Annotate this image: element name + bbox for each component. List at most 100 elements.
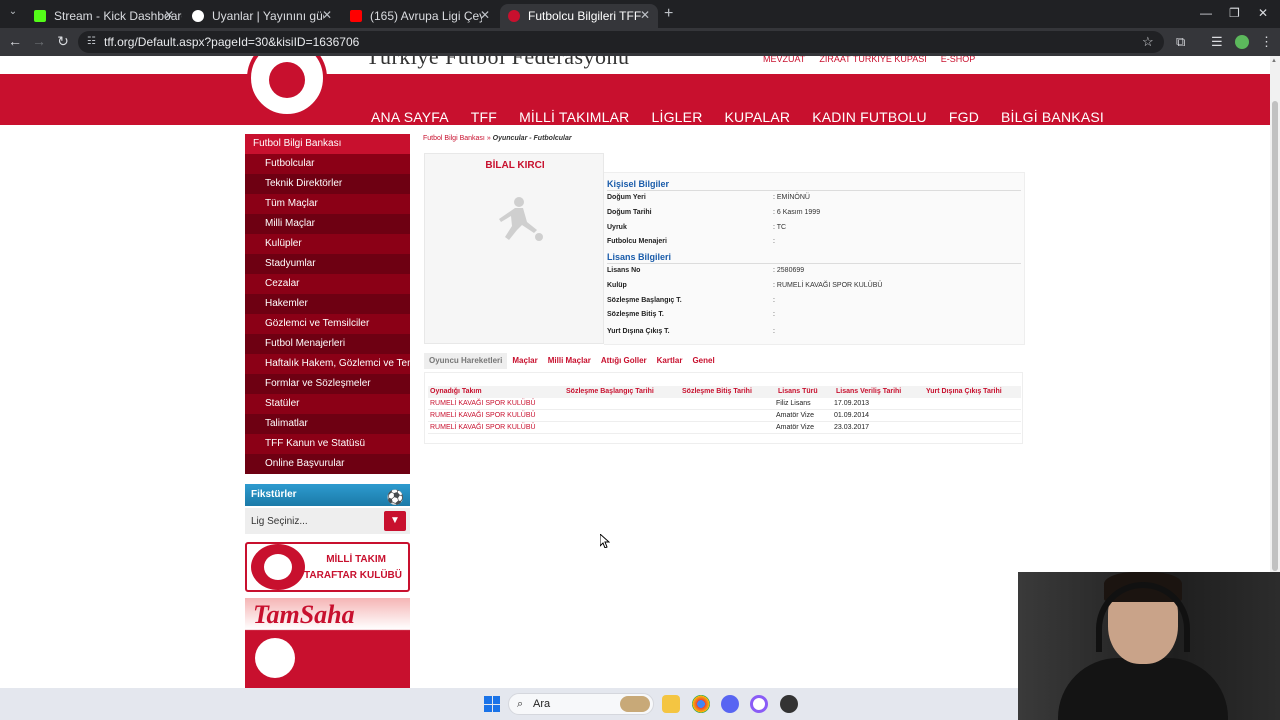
menu-dots-icon[interactable]: ⋮ [1260, 34, 1273, 50]
bookmark-star-icon[interactable]: ☆ [1142, 34, 1154, 50]
site-info-icon[interactable]: ☷ [87, 31, 96, 53]
close-window-icon[interactable]: ✕ [1258, 6, 1268, 20]
tab-youtube[interactable]: (165) Avrupa Ligi Çeyrek Final | ✕ [342, 4, 498, 28]
sidebar-item-haftalik-hakem[interactable]: Haftalık Hakem, Gözlemci ve Temsilci [245, 354, 410, 374]
sidebar-item-milli-maclar[interactable]: Milli Maçlar [245, 214, 410, 234]
nav-kadin-futbolu[interactable]: KADIN FUTBOLU [812, 109, 927, 125]
tab-maclar[interactable]: Maçlar [507, 353, 542, 369]
chrome-icon[interactable] [692, 695, 710, 713]
sidebar-item-statuler[interactable]: Statüler [245, 394, 410, 414]
tab-title: Futbolcu Bilgileri TFF [528, 9, 642, 23]
sidebar-item-hakemler[interactable]: Hakemler [245, 294, 410, 314]
info-row-birthdate: Doğum Tarihi: 6 Kasım 1999 [607, 206, 1021, 220]
tab-oyuncu-hareketleri[interactable]: Oyuncu Hareketleri [424, 353, 508, 369]
obs-icon[interactable] [780, 695, 798, 713]
close-tab-icon[interactable]: ✕ [480, 8, 490, 22]
player-silhouette-icon [499, 197, 543, 241]
new-tab-icon[interactable]: + [664, 5, 673, 23]
sidebar-heading[interactable]: Futbol Bilgi Bankası [245, 134, 410, 154]
close-tab-icon[interactable]: ✕ [322, 8, 332, 22]
webcam-overlay [1018, 572, 1280, 720]
mouse-cursor-icon [600, 534, 610, 548]
league-select[interactable]: Lig Seçiniz... ▼ [245, 508, 410, 534]
scroll-up-icon[interactable]: ▲ [1271, 58, 1277, 64]
info-key: Sözleşme Başlangıç T. [607, 297, 682, 304]
discord-icon[interactable] [721, 695, 739, 713]
cell-license-type: Amatör Vize [776, 412, 814, 419]
nav-fgd[interactable]: FGD [949, 109, 979, 125]
sidebar-item-stadyumlar[interactable]: Stadyumlar [245, 254, 410, 274]
league-select-label: Lig Seçiniz... [251, 516, 308, 527]
close-tab-icon[interactable]: ✕ [640, 8, 650, 22]
breadcrumb-link[interactable]: Futbol Bilgi Bankası [423, 135, 485, 142]
tab-uyanlar[interactable]: Uyanlar | Yayınını güçlendirme ✕ [184, 4, 340, 28]
logo-ball [269, 62, 305, 98]
nav-milli-takimlar[interactable]: MİLLİ TAKIMLAR [519, 109, 629, 125]
browser-tab-bar: ⌄ Stream - Kick Dashboard ✕ Uyanlar | Ya… [0, 0, 1280, 28]
player-tabs: Oyuncu Hareketleri Maçlar Milli Maçlar A… [424, 353, 720, 369]
tab-genel[interactable]: Genel [687, 353, 719, 369]
team-link[interactable]: RUMELİ KAVAĞI SPOR KULÜBÜ [430, 412, 536, 419]
windows-start-icon[interactable] [484, 696, 500, 712]
info-row-abroad: Yurt Dışına Çıkış T.: [607, 325, 1021, 339]
search-highlight-image [620, 696, 650, 712]
tab-kartlar[interactable]: Kartlar [652, 353, 688, 369]
transfers-table: Oynadığı Takım Sözleşme Başlangıç Tarihi… [424, 372, 1023, 444]
restore-icon[interactable]: ❐ [1229, 6, 1240, 20]
nav-bilgi-bankasi[interactable]: BİLGİ BANKASI [1001, 109, 1104, 125]
app-icon[interactable] [750, 695, 768, 713]
info-value: : 2580699 [773, 267, 805, 274]
info-key: Doğum Yeri [607, 194, 646, 201]
nav-tff[interactable]: TFF [471, 109, 497, 125]
milli-takim-banner[interactable]: MİLLİ TAKIM TARAFTAR KULÜBÜ [245, 542, 410, 592]
cell-issued-date: 23.03.2017 [834, 424, 870, 431]
tab-milli-maclar[interactable]: Milli Maçlar [543, 353, 596, 369]
sidebar-item-futbolcular[interactable]: Futbolcular [245, 154, 410, 174]
tab-attigi-goller[interactable]: Attığı Goller [596, 353, 652, 369]
sidebar-item-gozlemci[interactable]: Gözlemci ve Temsilciler [245, 314, 410, 334]
column-header: Sözleşme Bitiş Tarihi [682, 388, 752, 395]
team-link[interactable]: RUMELİ KAVAĞI SPOR KULÜBÜ [430, 400, 536, 407]
chevron-down-icon[interactable]: ▼ [384, 511, 406, 531]
reading-list-icon[interactable]: ☰ [1211, 34, 1223, 50]
sidebar-item-tum-maclar[interactable]: Tüm Maçlar [245, 194, 410, 214]
flag-crescent [255, 638, 295, 678]
scroll-thumb[interactable] [1272, 101, 1278, 571]
fixtures-header[interactable]: Fikstürler ⚽ [245, 484, 410, 506]
player-info-panel: Kişisel Bilgiler Doğum Yeri: EMİNÖNÜ Doğ… [604, 172, 1025, 345]
sidebar-item-online-basvurular[interactable]: Online Başvurular [245, 454, 410, 474]
info-row-nationality: Uyruk: TC [607, 221, 1021, 235]
back-icon[interactable]: ← [6, 33, 24, 49]
url-text: tff.org/Default.aspx?pageId=30&kisiID=16… [104, 35, 360, 49]
reload-icon[interactable]: ↻ [54, 33, 72, 50]
cell-license-type: Filiz Lisans [776, 400, 811, 407]
tab-search-icon[interactable]: ⌄ [6, 6, 20, 20]
sidebar-item-kulupler[interactable]: Kulüpler [245, 234, 410, 254]
address-bar[interactable]: ☷ tff.org/Default.aspx?pageId=30&kisiID=… [78, 31, 1164, 53]
sidebar-item-talimatlar[interactable]: Talimatlar [245, 414, 410, 434]
team-link[interactable]: RUMELİ KAVAĞI SPOR KULÜBÜ [430, 424, 536, 431]
forward-icon[interactable]: → [30, 33, 48, 49]
tab-tff-active[interactable]: Futbolcu Bilgileri TFF ✕ [500, 4, 658, 28]
nav-kupalar[interactable]: KUPALAR [725, 109, 791, 125]
sidebar-item-formlar[interactable]: Formlar ve Sözleşmeler [245, 374, 410, 394]
tab-kick-dashboard[interactable]: Stream - Kick Dashboard ✕ [26, 4, 182, 28]
extensions-icon[interactable]: ⧉ [1176, 34, 1185, 50]
taskbar-search[interactable]: ⌕ Ara [508, 693, 654, 715]
close-tab-icon[interactable]: ✕ [164, 8, 174, 22]
sidebar-item-tff-kanun[interactable]: TFF Kanun ve Statüsü [245, 434, 410, 454]
top-link-ziraat-kupasi[interactable]: ZİRAAT TÜRKİYE KUPASI [819, 56, 926, 64]
tamsaha-banner[interactable]: TamSaha [245, 598, 410, 688]
minimize-icon[interactable]: — [1200, 6, 1212, 20]
top-link-mevzuat[interactable]: MEVZUAT [763, 56, 805, 64]
youtube-icon [350, 10, 362, 22]
profile-avatar[interactable] [1235, 35, 1249, 49]
info-row-birthplace: Doğum Yeri: EMİNÖNÜ [607, 191, 1021, 205]
sidebar-item-teknik-direktorler[interactable]: Teknik Direktörler [245, 174, 410, 194]
file-explorer-icon[interactable] [662, 695, 680, 713]
nav-ana-sayfa[interactable]: ANA SAYFA [371, 109, 449, 125]
nav-ligler[interactable]: LİGLER [652, 109, 703, 125]
sidebar-item-cezalar[interactable]: Cezalar [245, 274, 410, 294]
top-link-eshop[interactable]: E-SHOP [941, 56, 976, 64]
sidebar-item-futbol-menajerleri[interactable]: Futbol Menajerleri [245, 334, 410, 354]
